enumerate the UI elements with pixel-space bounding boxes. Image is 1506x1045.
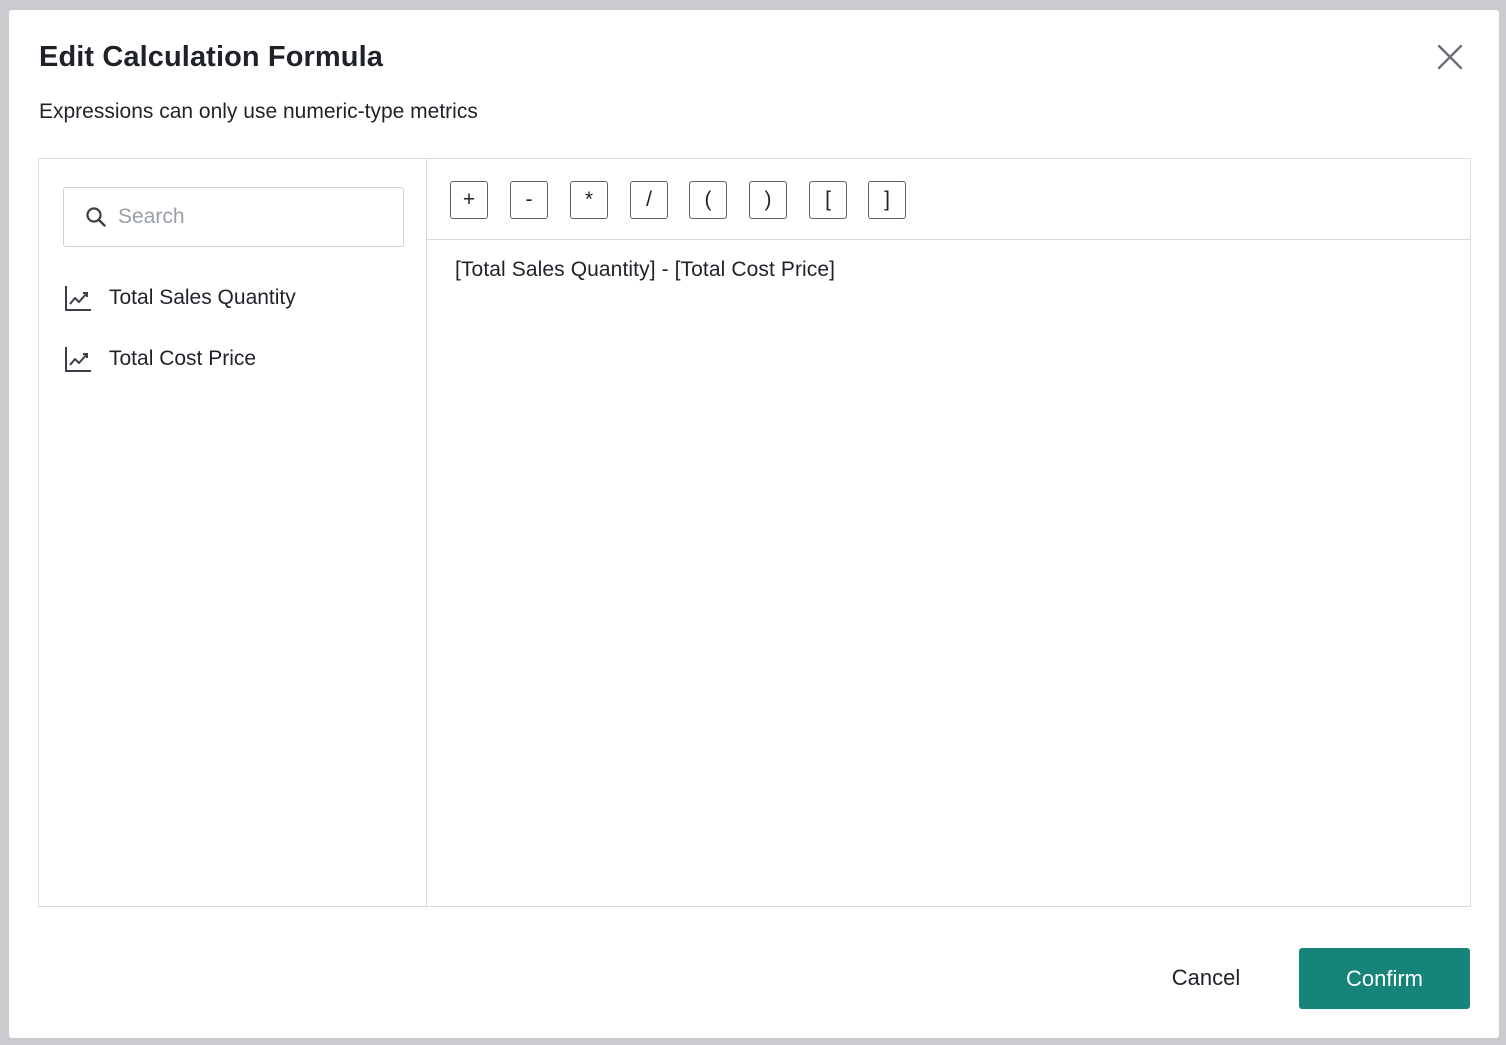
operator-open-paren-button[interactable]: ( bbox=[689, 181, 727, 219]
operator-toolbar: + - * / ( ) [ ] bbox=[427, 159, 1470, 240]
operator-plus-button[interactable]: + bbox=[450, 181, 488, 219]
cancel-button[interactable]: Cancel bbox=[1149, 948, 1263, 1008]
metric-item-total-cost-price[interactable]: Total Cost Price bbox=[63, 328, 403, 389]
metric-label: Total Cost Price bbox=[109, 346, 257, 370]
dialog-title: Edit Calculation Formula bbox=[39, 41, 383, 73]
metric-sidebar: Total Sales Quantity Total Cost Price bbox=[39, 159, 427, 906]
search-icon bbox=[86, 207, 106, 227]
metric-label: Total Sales Quantity bbox=[109, 285, 296, 309]
formula-workspace: + - * / ( ) [ ] [Total Sales Quantity] -… bbox=[427, 159, 1470, 906]
metric-item-total-sales-quantity[interactable]: Total Sales Quantity bbox=[63, 267, 403, 328]
confirm-button[interactable]: Confirm bbox=[1299, 948, 1470, 1009]
operator-divide-button[interactable]: / bbox=[630, 181, 668, 219]
close-button[interactable] bbox=[1433, 40, 1467, 74]
operator-close-bracket-button[interactable]: ] bbox=[868, 181, 906, 219]
dialog-subtitle: Expressions can only use numeric-type me… bbox=[39, 100, 478, 123]
line-chart-icon bbox=[65, 285, 91, 311]
search-input[interactable] bbox=[118, 205, 378, 229]
search-box[interactable] bbox=[63, 187, 404, 247]
formula-text-area[interactable]: [Total Sales Quantity] - [Total Cost Pri… bbox=[455, 258, 835, 282]
close-icon bbox=[1437, 44, 1463, 70]
operator-minus-button[interactable]: - bbox=[510, 181, 548, 219]
formula-editor-panel: Total Sales Quantity Total Cost Price + … bbox=[38, 158, 1471, 907]
edit-formula-dialog: Edit Calculation Formula Expressions can… bbox=[9, 10, 1499, 1038]
operator-multiply-button[interactable]: * bbox=[570, 181, 608, 219]
metric-list: Total Sales Quantity Total Cost Price bbox=[63, 267, 403, 389]
operator-open-bracket-button[interactable]: [ bbox=[809, 181, 847, 219]
line-chart-icon bbox=[65, 346, 91, 372]
operator-close-paren-button[interactable]: ) bbox=[749, 181, 787, 219]
